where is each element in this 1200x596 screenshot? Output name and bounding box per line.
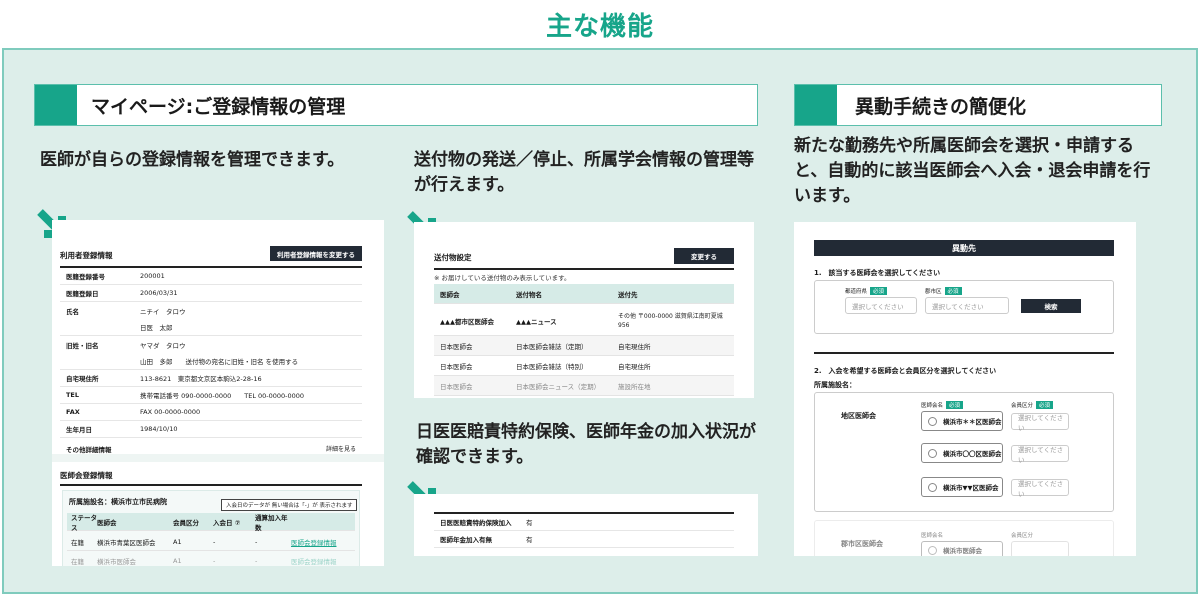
table-row: 在籍 横浜市医師会 A1 - - 医師会登録情報 bbox=[67, 553, 355, 566]
prefecture-select[interactable]: 選択してください bbox=[845, 297, 917, 314]
step2-label: 2. 入会を希望する医師会と会員区分を選択してください bbox=[814, 367, 997, 375]
affiliation-label: 所属施設名： bbox=[814, 381, 856, 389]
step1-box: 都道府県 必須 選択してください 郡市区 必須 選択してください 検索 bbox=[814, 280, 1114, 334]
member-class-select[interactable] bbox=[1011, 541, 1069, 556]
society-info-link[interactable]: 医師会登録情報 bbox=[291, 556, 337, 566]
table-row: 日本医師会 日本医師会ニュース（定期） 施設所在地 bbox=[434, 376, 734, 396]
shipments-table-header: 医師会 送付物名 送付先 bbox=[434, 284, 734, 304]
city-society-label: 郡市区医師会 bbox=[841, 540, 883, 548]
shipments-note: ※ お届けしている送付物のみ表示しています。 bbox=[434, 274, 571, 282]
transfer-header: 異動先 bbox=[814, 240, 1114, 256]
society-info-link[interactable]: 医師会登録情報 bbox=[291, 537, 337, 547]
society-table-header: ステータス 医師会 会員区分 入会日 ⑦ 通算加入年数 bbox=[67, 513, 355, 532]
member-class-select[interactable]: 選択してください bbox=[1011, 413, 1069, 432]
transfer-header-text: 異動手続きの簡便化 bbox=[855, 95, 1027, 118]
shipments-screenshot: 送付物設定 変更する ※ お届けしている送付物のみ表示しています。 医師会 送付… bbox=[414, 222, 754, 398]
page-title: 主な機能 bbox=[545, 12, 654, 42]
details-link[interactable]: 詳細を見る bbox=[326, 444, 356, 453]
society-table: 所属施設名：横浜市立市民病院 入会日のデータが 無い場合は「-」が 表示されます… bbox=[62, 490, 360, 566]
table-row: ▲▲▲都市区医師会 ▲▲▲ニュース その他 〒000-0000 滋賀県江南町夏城… bbox=[434, 306, 734, 336]
desc-insurance: 日医医賠責特約保険、医師年金の加入状況が確認できます。 bbox=[416, 422, 756, 467]
transfer-screenshot: 異動先 1. 該当する医師会を選択してください 都道府県 必須 選択してください … bbox=[794, 222, 1136, 556]
registration-screenshot: 利用者登録情報 利用者登録情報を変更する 医籍登録番号 200001 医籍登録日 2… bbox=[52, 220, 384, 566]
society-title: 医師会登録情報 bbox=[60, 471, 113, 480]
mypage-header-text: マイページ:ご登録情報の管理 bbox=[91, 95, 346, 118]
step1-label: 1. 該当する医師会を選択してください bbox=[814, 269, 941, 277]
radio-icon bbox=[928, 416, 937, 426]
insurance-screenshot: 日医医賠責特約保険加入有 医師年金加入有無有 bbox=[414, 494, 758, 556]
table-row: 日本医師会 日本医師会雑誌（特別） 自宅現住所 bbox=[434, 356, 734, 376]
change-shipments-button[interactable]: 変更する bbox=[674, 248, 734, 264]
radio-icon bbox=[928, 482, 937, 492]
society-option[interactable]: 横浜市医師会 bbox=[921, 541, 1003, 556]
registration-title: 利用者登録情報 bbox=[60, 251, 113, 260]
header-accent-bar bbox=[35, 85, 77, 125]
shipments-title: 送付物設定 bbox=[434, 253, 472, 262]
member-class-select[interactable]: 選択してください bbox=[1011, 479, 1069, 498]
insurance-row: 日医医賠責特約保険加入有 bbox=[434, 514, 734, 531]
city-society-box: 郡市区医師会 医師会名 会員区分 横浜市医師会 bbox=[814, 520, 1114, 556]
area-society-label: 地区医師会 bbox=[841, 412, 876, 420]
pref-label: 都道府県 bbox=[845, 289, 868, 295]
other-details-label: その他詳細情報 bbox=[66, 445, 112, 454]
registration-rows: 医籍登録番号 200001 医籍登録日 2006/03/31 氏名 ニチイ タロウ 日… bbox=[60, 266, 362, 460]
mypage-section-header: マイページ:ご登録情報の管理 bbox=[34, 84, 758, 126]
society-option[interactable]: 横浜市〇〇区医師会 bbox=[921, 443, 1003, 463]
tooltip: 入会日のデータが 無い場合は「-」が 表示されます bbox=[221, 499, 358, 511]
radio-icon bbox=[928, 448, 937, 458]
pension-row: 医師年金加入有無有 bbox=[434, 531, 734, 548]
table-row: 在籍 横浜市青葉区医師会 A1 - - 医師会登録情報 bbox=[67, 533, 355, 551]
desc-transfer: 新たな勤務先や所属医師会を選択・申請すると、自動的に該当医師会へ入会・退会申請を… bbox=[794, 136, 1151, 206]
transfer-section-header: 異動手続きの簡便化 bbox=[794, 84, 1162, 126]
affiliation-label: 所属施設名：横浜市立市民病院 bbox=[69, 498, 167, 506]
society-option[interactable]: 横浜市▼▼区医師会 bbox=[921, 477, 1003, 497]
desc-registration: 医師が自らの登録情報を管理できます。 bbox=[40, 150, 345, 170]
change-registration-button[interactable]: 利用者登録情報を変更する bbox=[270, 246, 362, 261]
member-class-select[interactable]: 選択してください bbox=[1011, 445, 1069, 464]
radio-icon bbox=[928, 545, 937, 555]
desc-shipments: 送付物の発送／停止、所属学会情報の管理等が行えます。 bbox=[414, 150, 754, 195]
city-label: 郡市区 bbox=[925, 289, 942, 295]
table-row: 日本医師会 日本医師会雑誌（定期） 自宅現住所 bbox=[434, 336, 734, 356]
society-option[interactable]: 横浜市＊＊区医師会 bbox=[921, 411, 1003, 431]
society-selection-box: 地区医師会 医師会名 必須 会員区分 必須 横浜市＊＊区医師会 選択してください 横… bbox=[814, 392, 1114, 512]
city-select[interactable]: 選択してください bbox=[925, 297, 1009, 314]
search-button[interactable]: 検索 bbox=[1021, 299, 1081, 313]
header-accent-bar bbox=[795, 85, 837, 125]
